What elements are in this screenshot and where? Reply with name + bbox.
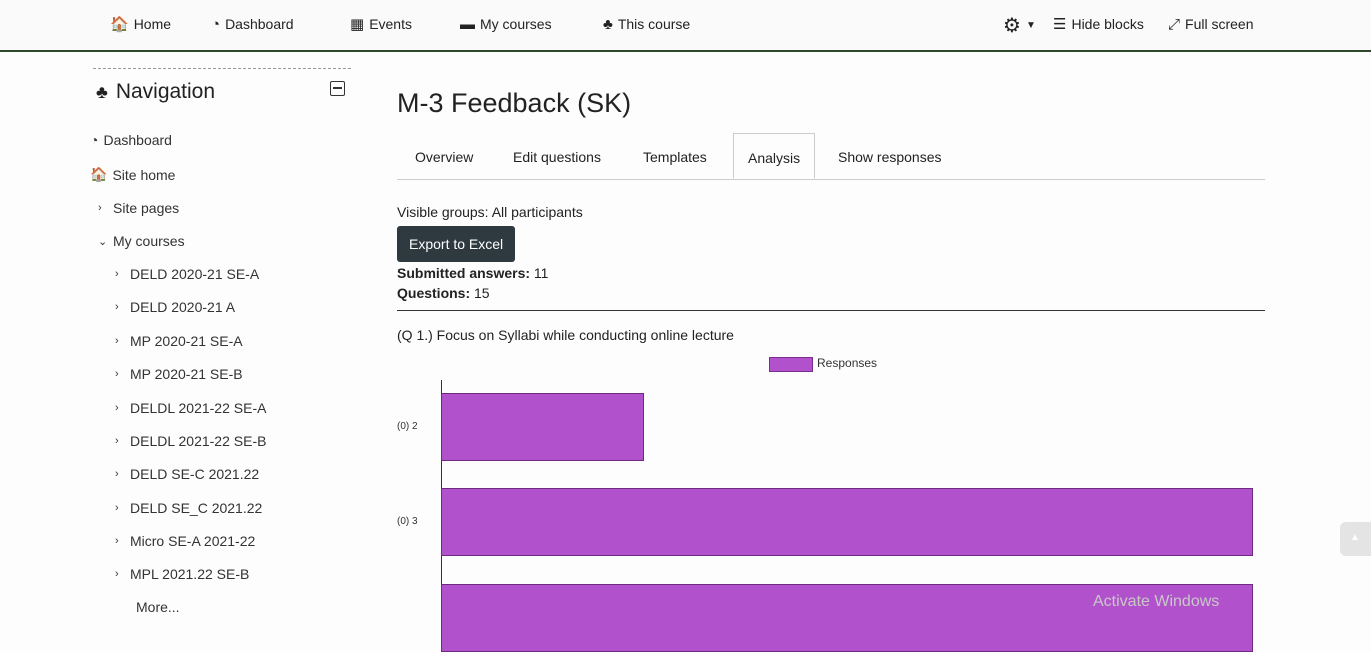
course-label: DELD 2020-21 SE-A	[130, 266, 260, 282]
nav-events[interactable]: ▦ Events	[350, 16, 412, 32]
chevron-right-icon: ›	[115, 468, 119, 480]
full-screen-button[interactable]: ⤢ Full screen	[1168, 16, 1253, 32]
course-label: MPL 2021.22 SE-B	[130, 566, 250, 582]
legend-label: Responses	[817, 356, 878, 370]
course-item[interactable]: › DELD SE-C 2021.22	[115, 466, 259, 482]
scroll-to-top-button[interactable]	[1340, 522, 1371, 556]
nav-this-course[interactable]: ♣ This course	[603, 16, 690, 32]
course-label: DELDL 2021-22 SE-A	[130, 400, 267, 416]
course-item[interactable]: › DELD SE_C 2021.22	[115, 500, 262, 516]
chevron-right-icon: ›	[115, 368, 119, 380]
tab-templates[interactable]: Templates	[643, 149, 707, 165]
course-label: DELD 2020-21 A	[130, 299, 236, 315]
visible-groups-text: Visible groups: All participants	[397, 204, 583, 220]
chevron-right-icon: ›	[115, 435, 119, 447]
home-icon: 🏠	[110, 15, 129, 33]
home-icon: 🏠	[90, 166, 108, 182]
navigation-heading: ♣ Navigation	[96, 80, 215, 104]
nav-events-label: Events	[369, 16, 412, 32]
chevron-right-icon: ›	[115, 535, 119, 547]
chevron-right-icon: ›	[115, 268, 119, 280]
calendar-icon: ▦	[350, 15, 365, 33]
course-item[interactable]: › DELDL 2021-22 SE-B	[115, 433, 266, 449]
course-item[interactable]: › DELD 2020-21 SE-A	[115, 266, 259, 282]
sidebar-item-my-courses[interactable]: ⌄ My courses	[98, 233, 185, 249]
chevron-right-icon: ›	[98, 202, 102, 214]
sidebar-item-dashboard[interactable]: ◔ Dashboard	[90, 132, 172, 148]
questions-label: Questions:	[397, 285, 471, 301]
nav-dashboard-label: Dashboard	[225, 16, 294, 32]
questions-value: 15	[474, 285, 490, 301]
course-item[interactable]: › Micro SE-A 2021-22	[115, 533, 255, 549]
nav-my-courses[interactable]: ▬ My courses	[460, 16, 552, 32]
export-to-excel-button[interactable]: Export to Excel	[397, 226, 516, 262]
chart-category-label: (0) 2	[397, 421, 418, 432]
tab-overview[interactable]: Overview	[415, 149, 473, 165]
full-screen-label: Full screen	[1185, 16, 1254, 32]
divider	[93, 68, 351, 69]
sidebar-item-label: My courses	[113, 233, 185, 249]
submitted-answers-value: 11	[533, 265, 549, 281]
gear-icon: ⚙	[1003, 15, 1021, 37]
sidebar-item-site-home[interactable]: 🏠 Site home	[90, 166, 175, 183]
divider	[397, 310, 1265, 311]
nav-this-course-label: This course	[617, 16, 691, 32]
course-label: MP 2020-21 SE-A	[130, 333, 243, 349]
chevron-right-icon: ›	[115, 402, 119, 414]
briefcase-icon: ▬	[460, 15, 475, 33]
questions-count: Questions: 15	[397, 285, 490, 301]
sidebar-item-label: Dashboard	[103, 132, 172, 148]
course-label: DELDL 2021-22 SE-B	[130, 433, 267, 449]
course-label: DELD SE-C 2021.22	[130, 466, 260, 482]
chevron-right-icon: ›	[115, 502, 119, 514]
hide-blocks-label: Hide blocks	[1071, 16, 1144, 32]
course-item[interactable]: › MPL 2021.22 SE-B	[115, 566, 249, 582]
hide-blocks-icon: ☰	[1053, 15, 1067, 33]
chart-bar	[441, 488, 1253, 556]
chevron-right-icon: ›	[115, 335, 119, 347]
course-item[interactable]: › DELDL 2021-22 SE-A	[115, 400, 266, 416]
chart-category-label: (0) 3	[397, 516, 418, 527]
tab-show-responses[interactable]: Show responses	[838, 149, 942, 165]
tab-analysis[interactable]: Analysis	[733, 133, 816, 179]
nav-home[interactable]: 🏠 Home	[110, 16, 171, 32]
collapse-block-icon[interactable]	[330, 81, 345, 96]
chevron-right-icon: ›	[115, 568, 119, 580]
course-label: Micro SE-A 2021-22	[130, 533, 256, 549]
hide-blocks-button[interactable]: ☰ Hide blocks	[1053, 16, 1144, 32]
expand-icon: ⤢	[1168, 15, 1181, 33]
nav-dashboard[interactable]: ◔ Dashboard	[211, 16, 294, 32]
course-item[interactable]: › MP 2020-21 SE-A	[115, 333, 243, 349]
caret-down-icon: ▼	[1025, 20, 1036, 31]
top-navbar: 🏠 Home ◔ Dashboard ▦ Events ▬ My courses…	[0, 0, 1371, 52]
submitted-answers-label: Submitted answers:	[397, 265, 531, 281]
course-item[interactable]: › MP 2020-21 SE-B	[115, 366, 243, 382]
settings-menu-button[interactable]: ⚙ ▼	[1003, 13, 1036, 38]
tab-bar: Overview Edit questions Templates Analys…	[397, 133, 1265, 180]
question-title: (Q 1.) Focus on Syllabi while conducting…	[397, 327, 734, 343]
legend-swatch	[769, 357, 813, 372]
chevron-right-icon: ›	[115, 301, 119, 313]
sidebar-item-label: Site pages	[113, 200, 180, 216]
sitemap-icon: ♣	[96, 81, 108, 102]
sidebar-item-site-pages[interactable]: › Site pages	[98, 200, 179, 216]
dashboard-icon: ◔	[211, 15, 221, 33]
activate-windows-watermark: Activate Windows	[1093, 593, 1220, 610]
page-title: M-3 Feedback (SK)	[397, 88, 632, 118]
nav-my-courses-label: My courses	[480, 16, 552, 32]
sidebar-item-label: Site home	[112, 166, 176, 183]
course-label: MP 2020-21 SE-B	[130, 366, 243, 382]
course-label: DELD SE_C 2021.22	[130, 500, 263, 516]
navigation-title: Navigation	[115, 80, 216, 103]
chevron-down-icon: ⌄	[98, 235, 108, 248]
dashboard-icon: ◔	[90, 132, 99, 148]
tab-edit-questions[interactable]: Edit questions	[513, 149, 601, 165]
nav-home-label: Home	[133, 16, 172, 32]
submitted-answers: Submitted answers: 11	[397, 265, 548, 281]
course-item[interactable]: › DELD 2020-21 A	[115, 299, 235, 315]
sitemap-icon: ♣	[603, 15, 613, 33]
chart-bar	[441, 393, 644, 461]
